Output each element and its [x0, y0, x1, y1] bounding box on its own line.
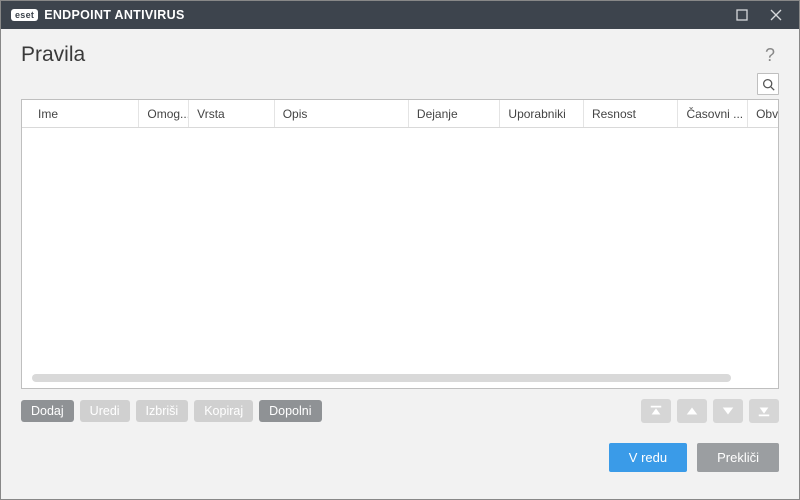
dialog-footer: V redu Prekliči	[1, 429, 799, 488]
ok-button[interactable]: V redu	[609, 443, 687, 472]
titlebar: eset ENDPOINT ANTIVIRUS	[1, 1, 799, 29]
close-button[interactable]	[759, 1, 793, 29]
chevron-down-icon	[721, 404, 735, 418]
col-header-dejanje[interactable]: Dejanje	[409, 100, 501, 127]
move-down-button	[713, 399, 743, 423]
page-header: Pravila ?	[1, 29, 799, 71]
chevron-top-icon	[649, 404, 663, 418]
table-body-empty	[22, 128, 778, 388]
chevron-bottom-icon	[757, 404, 771, 418]
move-up-button	[677, 399, 707, 423]
search-icon	[762, 78, 775, 91]
brand-text: ENDPOINT ANTIVIRUS	[44, 8, 184, 22]
search-button[interactable]	[757, 73, 779, 95]
col-header-obv[interactable]: Obv	[748, 100, 778, 127]
horizontal-scrollbar[interactable]	[32, 374, 768, 382]
app-window: eset ENDPOINT ANTIVIRUS Pravila ? Ime Om…	[0, 0, 800, 500]
col-header-ime[interactable]: Ime	[22, 100, 139, 127]
col-header-resnost[interactable]: Resnost	[584, 100, 678, 127]
edit-button: Uredi	[80, 400, 130, 422]
move-bottom-button	[749, 399, 779, 423]
col-header-vrsta[interactable]: Vrsta	[189, 100, 275, 127]
delete-button: Izbriši	[136, 400, 189, 422]
search-row	[1, 71, 799, 99]
cancel-button[interactable]: Prekliči	[697, 443, 779, 472]
minimize-button[interactable]	[725, 1, 759, 29]
col-header-casovni[interactable]: Časovni ...	[678, 100, 748, 127]
col-header-omog[interactable]: Omog...	[139, 100, 189, 127]
action-toolbar: Dodaj Uredi Izbriši Kopiraj Dopolni	[1, 389, 799, 429]
brand-badge: eset	[11, 9, 38, 21]
populate-button[interactable]: Dopolni	[259, 400, 321, 422]
col-header-uporabniki[interactable]: Uporabniki	[500, 100, 584, 127]
table-header-row: Ime Omog... Vrsta Opis Dejanje Uporabnik…	[22, 100, 778, 128]
page-title: Pravila	[21, 43, 85, 67]
chevron-up-icon	[685, 404, 699, 418]
copy-button: Kopiraj	[194, 400, 253, 422]
col-header-opis[interactable]: Opis	[275, 100, 409, 127]
rules-table: Ime Omog... Vrsta Opis Dejanje Uporabnik…	[21, 99, 779, 389]
move-top-button	[641, 399, 671, 423]
add-button[interactable]: Dodaj	[21, 400, 74, 422]
help-icon[interactable]: ?	[761, 45, 779, 66]
scrollbar-thumb[interactable]	[32, 374, 731, 382]
